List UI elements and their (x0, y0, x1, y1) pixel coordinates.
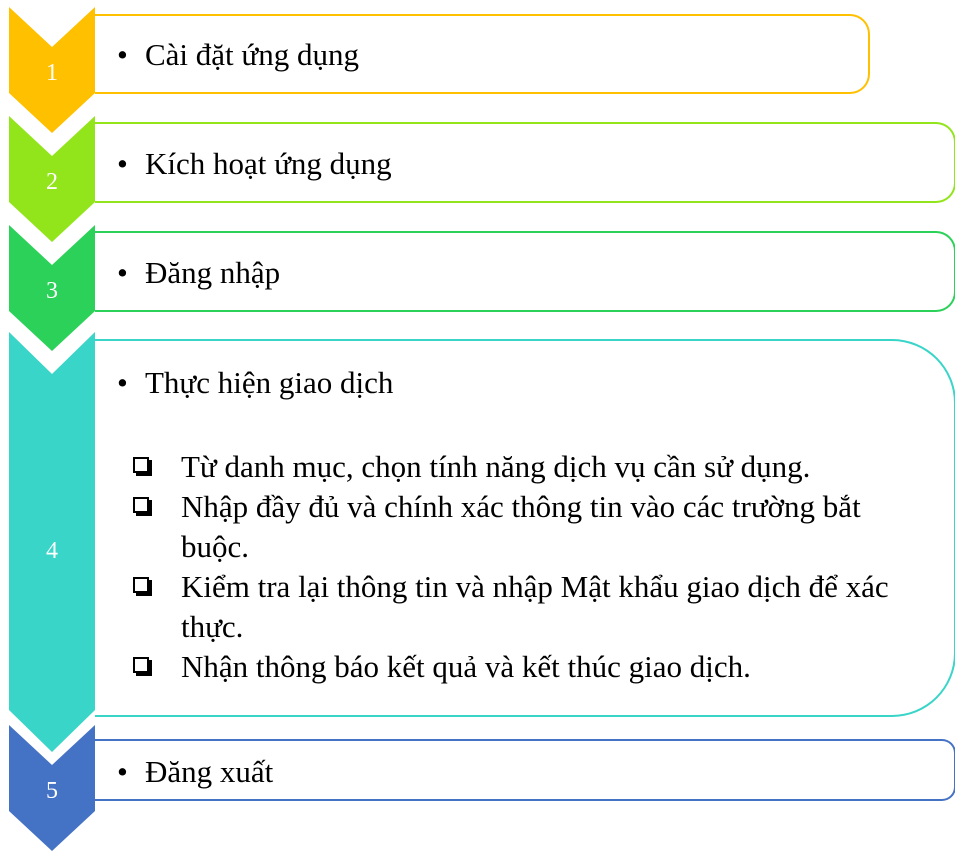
step-5-number: 5 (46, 778, 58, 804)
bullet: • (117, 146, 128, 181)
bullet: • (117, 754, 128, 789)
step-5-box: • Đăng xuất (95, 739, 955, 801)
step-4-title: • Thực hiện giao dịch (117, 365, 393, 401)
step-3-box: • Đăng nhập (95, 231, 955, 312)
step-2-box: • Kích hoạt ứng dụng (95, 122, 955, 203)
step-3-title: • Đăng nhập (117, 255, 280, 291)
step-1-number: 1 (46, 60, 58, 86)
step-2-label: Kích hoạt ứng dụng (145, 146, 392, 181)
step-1-chevron: 1 (9, 7, 95, 133)
step-5-title: • Đăng xuất (117, 754, 273, 790)
bullet: • (117, 255, 128, 290)
step-4-chevron: 4 (9, 332, 95, 752)
bullet: • (117, 365, 128, 400)
sub-item-2: Nhập đầy đủ và chính xác thông tin vào c… (131, 487, 931, 567)
step-1-label: Cài đặt ứng dụng (145, 37, 359, 72)
step-4-sub-list: Từ danh mục, chọn tính năng dịch vụ cần … (131, 447, 931, 687)
process-diagram: 1 • Cài đặt ứng dụng 2 • Kích hoạt ứng dụn… (0, 0, 955, 851)
step-5-label: Đăng xuất (145, 754, 274, 789)
sub-item-4-text: Nhận thông báo kết quả và kết thúc giao … (181, 649, 751, 684)
step-5-chevron: 5 (9, 725, 95, 851)
step-1-title: • Cài đặt ứng dụng (117, 37, 359, 73)
step-2-number: 2 (46, 169, 58, 195)
bullet: • (117, 37, 128, 72)
step-1-box: • Cài đặt ứng dụng (95, 14, 870, 94)
step-2-chevron: 2 (9, 116, 95, 242)
step-3-number: 3 (46, 278, 58, 304)
step-4-box: • Thực hiện giao dịch Từ danh mục, chọn t… (95, 339, 955, 717)
checkbox-icon (133, 457, 149, 473)
sub-item-1: Từ danh mục, chọn tính năng dịch vụ cần … (131, 447, 931, 487)
step-4-label: Thực hiện giao dịch (145, 365, 394, 400)
sub-item-4: Nhận thông báo kết quả và kết thúc giao … (131, 647, 931, 687)
checkbox-icon (133, 497, 149, 513)
sub-item-1-text: Từ danh mục, chọn tính năng dịch vụ cần … (181, 449, 811, 484)
checkbox-icon (133, 657, 149, 673)
checkbox-icon (133, 577, 149, 593)
step-3-label: Đăng nhập (145, 255, 281, 290)
sub-item-3: Kiểm tra lại thông tin và nhập Mật khẩu … (131, 567, 931, 647)
step-4-number: 4 (46, 538, 58, 564)
sub-item-2-text: Nhập đầy đủ và chính xác thông tin vào c… (181, 489, 861, 564)
step-2-title: • Kích hoạt ứng dụng (117, 146, 392, 182)
sub-item-3-text: Kiểm tra lại thông tin và nhập Mật khẩu … (181, 569, 889, 644)
